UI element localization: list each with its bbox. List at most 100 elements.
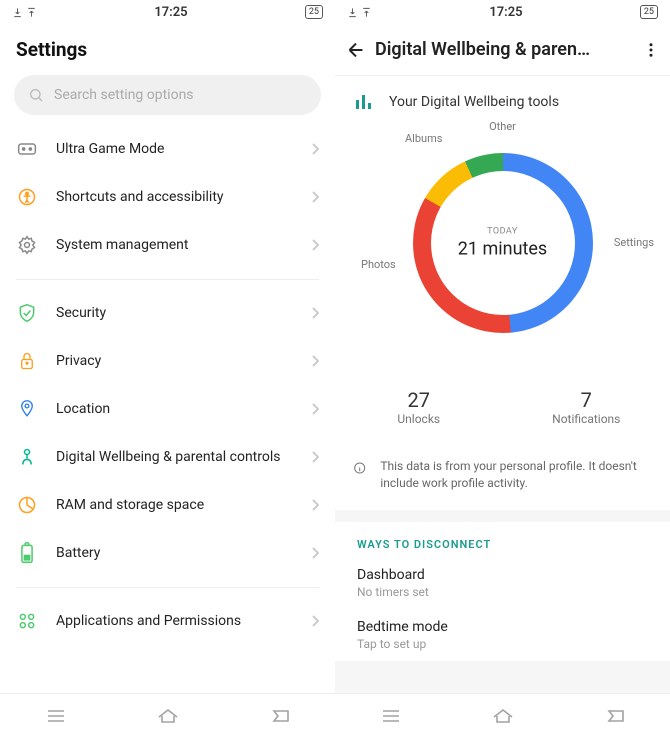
disconnect-item-subtitle: Tap to set up (357, 637, 648, 651)
donut-center: TODAY 21 minutes (458, 226, 547, 259)
disconnect-item-bedtime[interactable]: Bedtime mode Tap to set up (335, 609, 670, 661)
settings-item-label: RAM and storage space (56, 497, 293, 513)
settings-item-label: Security (56, 305, 293, 321)
tools-label: Your Digital Wellbeing tools (389, 94, 559, 110)
nav-bar (0, 693, 335, 737)
settings-item-shortcuts[interactable]: Shortcuts and accessibility (0, 173, 335, 221)
wellbeing-screen: 17:25 25 Digital Wellbeing & paren… Your… (335, 0, 670, 737)
chevron-right-icon (311, 191, 319, 203)
gear-icon (17, 235, 37, 255)
stats-row: 27 Unlocks 7 Notifications (335, 378, 670, 444)
chevron-right-icon (311, 239, 319, 251)
chevron-right-icon (311, 451, 319, 463)
settings-item-label: System management (56, 237, 293, 253)
donut-label-settings: Settings (614, 236, 654, 249)
disconnect-heading: WAYS TO DISCONNECT (335, 522, 670, 557)
chevron-right-icon (311, 355, 319, 367)
chevron-right-icon (311, 547, 319, 559)
donut-today-label: TODAY (458, 226, 547, 236)
nav-recents-icon[interactable] (381, 709, 401, 723)
battery-icon: 25 (640, 5, 658, 19)
settings-item-label: Battery (56, 545, 293, 561)
upload-icon (26, 7, 37, 18)
info-icon (353, 458, 366, 478)
stat-label: Unlocks (335, 412, 503, 426)
location-icon (18, 399, 36, 419)
profile-info: This data is from your personal profile.… (335, 444, 670, 510)
upload-icon (361, 7, 372, 18)
tools-header: Your Digital Wellbeing tools (335, 76, 670, 118)
chevron-right-icon (311, 403, 319, 415)
settings-item-ram[interactable]: RAM and storage space (0, 481, 335, 529)
settings-item-system[interactable]: System management (0, 221, 335, 269)
download-icon (12, 7, 23, 18)
usage-donut-chart[interactable]: TODAY 21 minutes Other Albums Photos Set… (335, 118, 670, 378)
disconnect-item-subtitle: No timers set (357, 585, 648, 599)
chevron-right-icon (311, 143, 319, 155)
info-text: This data is from your personal profile.… (380, 458, 652, 492)
divider (0, 269, 335, 289)
apps-icon (17, 611, 37, 631)
settings-item-ultra-game-mode[interactable]: Ultra Game Mode (0, 125, 335, 173)
wellbeing-icon (17, 447, 37, 467)
search-placeholder: Search setting options (54, 87, 194, 103)
nav-back-icon[interactable] (605, 709, 625, 723)
settings-item-label: Privacy (56, 353, 293, 369)
donut-value: 21 minutes (458, 238, 547, 259)
stat-unlocks[interactable]: 27 Unlocks (335, 388, 503, 426)
stat-value: 7 (503, 388, 670, 412)
chevron-right-icon (311, 307, 319, 319)
nav-recents-icon[interactable] (46, 709, 66, 723)
status-time: 17:25 (489, 5, 522, 20)
shield-icon (17, 303, 37, 323)
search-input[interactable]: Search setting options (14, 75, 321, 115)
gamepad-icon (17, 141, 37, 157)
search-icon (28, 87, 44, 103)
stat-value: 27 (335, 388, 503, 412)
nav-back-icon[interactable] (270, 709, 290, 723)
settings-item-label: Location (56, 401, 293, 417)
settings-item-label: Ultra Game Mode (56, 141, 293, 157)
nav-home-icon[interactable] (492, 708, 514, 724)
settings-item-label: Shortcuts and accessibility (56, 189, 293, 205)
page-title: Settings (0, 24, 335, 71)
bars-icon (355, 94, 373, 110)
disconnect-item-title: Dashboard (357, 567, 648, 583)
settings-item-label: Applications and Permissions (56, 613, 293, 629)
settings-item-wellbeing[interactable]: Digital Wellbeing & parental controls (0, 433, 335, 481)
nav-home-icon[interactable] (157, 708, 179, 724)
disconnect-section: WAYS TO DISCONNECT Dashboard No timers s… (335, 522, 670, 661)
disconnect-item-dashboard[interactable]: Dashboard No timers set (335, 557, 670, 609)
page-title: Digital Wellbeing & paren… (367, 39, 642, 60)
chevron-right-icon (311, 499, 319, 511)
download-icon (347, 7, 358, 18)
nav-bar (335, 693, 670, 737)
settings-item-apps[interactable]: Applications and Permissions (0, 597, 335, 645)
settings-item-security[interactable]: Security (0, 289, 335, 337)
stat-label: Notifications (503, 412, 670, 426)
donut-label-photos: Photos (361, 258, 396, 271)
status-bar: 17:25 25 (335, 0, 670, 24)
settings-item-label: Digital Wellbeing & parental controls (56, 449, 293, 465)
battery-icon: 25 (305, 5, 323, 19)
accessibility-icon (17, 187, 37, 207)
chevron-right-icon (311, 615, 319, 627)
settings-screen: 17:25 25 Settings Search setting options… (0, 0, 335, 737)
lock-icon (18, 351, 36, 371)
status-bar: 17:25 25 (0, 0, 335, 24)
settings-list: Ultra Game Mode Shortcuts and accessibil… (0, 125, 335, 693)
storage-icon (17, 495, 37, 515)
settings-item-privacy[interactable]: Privacy (0, 337, 335, 385)
wellbeing-body: Your Digital Wellbeing tools TODAY 21 mi… (335, 76, 670, 693)
disconnect-item-title: Bedtime mode (357, 619, 648, 635)
settings-item-location[interactable]: Location (0, 385, 335, 433)
settings-item-battery[interactable]: Battery (0, 529, 335, 577)
overflow-menu-icon[interactable] (642, 41, 660, 59)
status-time: 17:25 (154, 5, 187, 20)
app-header: Digital Wellbeing & paren… (335, 24, 670, 76)
battery-icon (19, 542, 35, 564)
divider (0, 577, 335, 597)
donut-label-albums: Albums (405, 132, 442, 145)
back-button[interactable] (345, 39, 367, 61)
stat-notifications[interactable]: 7 Notifications (503, 388, 670, 426)
